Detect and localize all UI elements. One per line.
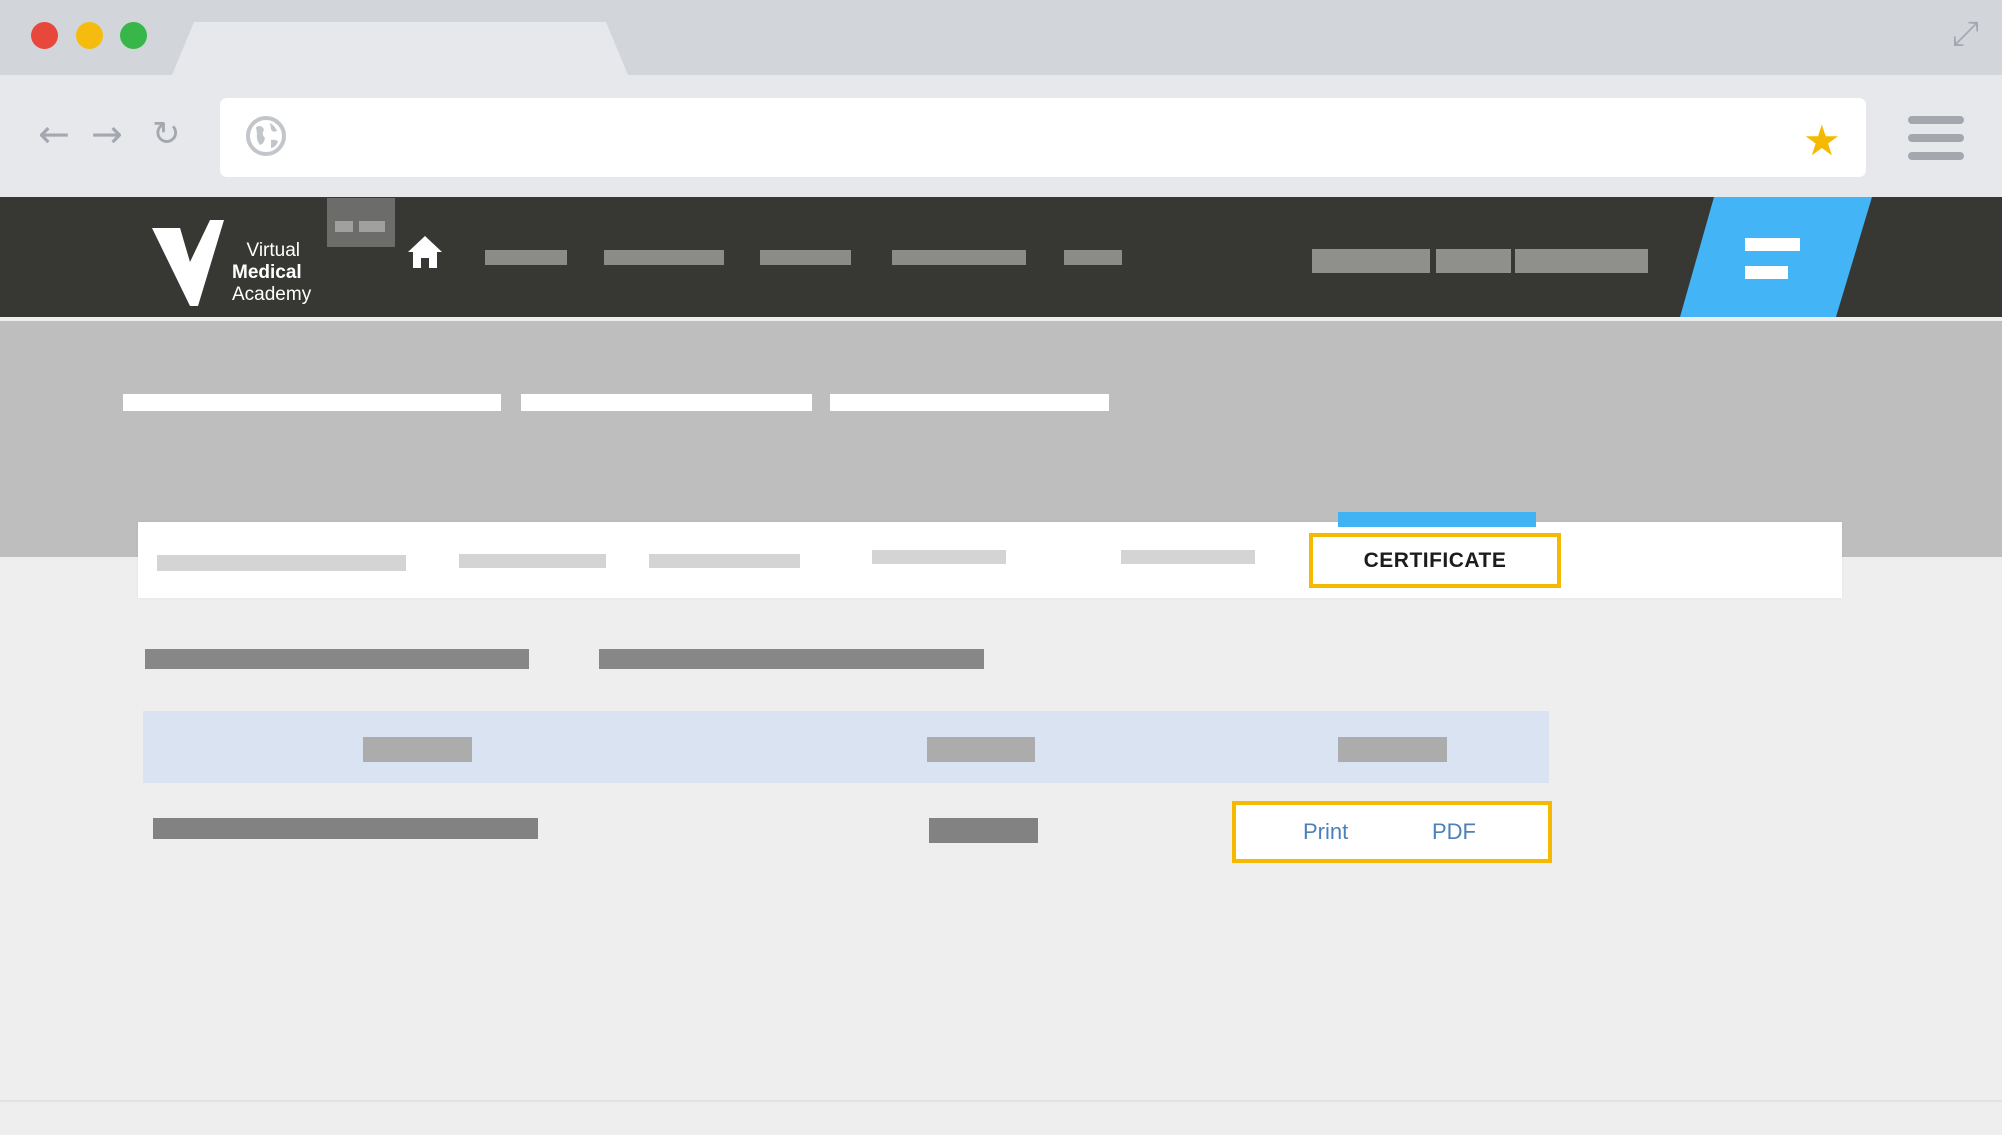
tab-5[interactable] bbox=[1121, 550, 1255, 564]
browser-menu-icon[interactable] bbox=[1908, 116, 1964, 160]
header-link-1[interactable] bbox=[1312, 249, 1430, 273]
home-icon[interactable] bbox=[406, 234, 444, 270]
certificate-info-label bbox=[145, 649, 529, 669]
tab-4[interactable] bbox=[872, 550, 1006, 564]
column-header-1 bbox=[363, 737, 472, 762]
nav-item-3[interactable] bbox=[760, 250, 851, 265]
forward-icon[interactable]: → bbox=[91, 112, 123, 156]
menu-toggle-bar-bottom bbox=[1745, 266, 1788, 279]
logo-text-line1: Virtual bbox=[246, 240, 300, 261]
back-icon[interactable]: ← bbox=[38, 112, 70, 156]
address-bar[interactable] bbox=[220, 98, 1866, 177]
browser-tab[interactable] bbox=[172, 22, 628, 75]
nav-item-4[interactable] bbox=[892, 250, 1026, 265]
menu-toggle-bar-top bbox=[1745, 238, 1800, 251]
logo-text-line3: Academy bbox=[232, 284, 312, 305]
print-link[interactable]: Print bbox=[1303, 805, 1348, 859]
fullscreen-icon[interactable]: ⤢ bbox=[1952, 14, 1979, 54]
reload-icon[interactable]: ↻ bbox=[152, 114, 181, 154]
breadcrumb-item-2[interactable] bbox=[521, 394, 812, 411]
header-link-2[interactable] bbox=[1436, 249, 1511, 273]
tab-3[interactable] bbox=[649, 554, 800, 568]
breadcrumb-item-3 bbox=[830, 394, 1109, 411]
breadcrumb-item-1[interactable] bbox=[123, 394, 501, 411]
nav-item-5[interactable] bbox=[1064, 250, 1122, 265]
nav-item-2[interactable] bbox=[604, 250, 724, 265]
page-footer-area bbox=[0, 1102, 2002, 1135]
globe-icon bbox=[244, 114, 288, 158]
tab-active-indicator bbox=[1338, 512, 1536, 527]
tab-2[interactable] bbox=[459, 554, 606, 568]
column-header-3 bbox=[1338, 737, 1447, 762]
header-link-3[interactable] bbox=[1515, 249, 1648, 273]
window-minimize-button[interactable] bbox=[76, 22, 103, 49]
logo-mark-icon bbox=[152, 220, 224, 306]
tab-1[interactable] bbox=[157, 555, 406, 571]
pdf-link[interactable]: PDF bbox=[1432, 805, 1476, 859]
tab-certificate[interactable]: CERTIFICATE bbox=[1309, 533, 1561, 588]
certificate-info-value bbox=[599, 649, 984, 669]
column-header-2 bbox=[927, 737, 1035, 762]
table-cell-date bbox=[929, 818, 1038, 843]
language-selector[interactable] bbox=[327, 198, 395, 247]
site-logo[interactable]: Virtual Medical Academy bbox=[150, 218, 312, 308]
logo-text-line2: Medical bbox=[232, 262, 302, 283]
window-close-button[interactable] bbox=[31, 22, 58, 49]
nav-item-1[interactable] bbox=[485, 250, 567, 265]
table-cell-actions: Print PDF bbox=[1232, 801, 1552, 863]
bookmark-star-icon[interactable]: ★ bbox=[1803, 116, 1841, 165]
table-cell-course bbox=[153, 818, 538, 839]
window-maximize-button[interactable] bbox=[120, 22, 147, 49]
